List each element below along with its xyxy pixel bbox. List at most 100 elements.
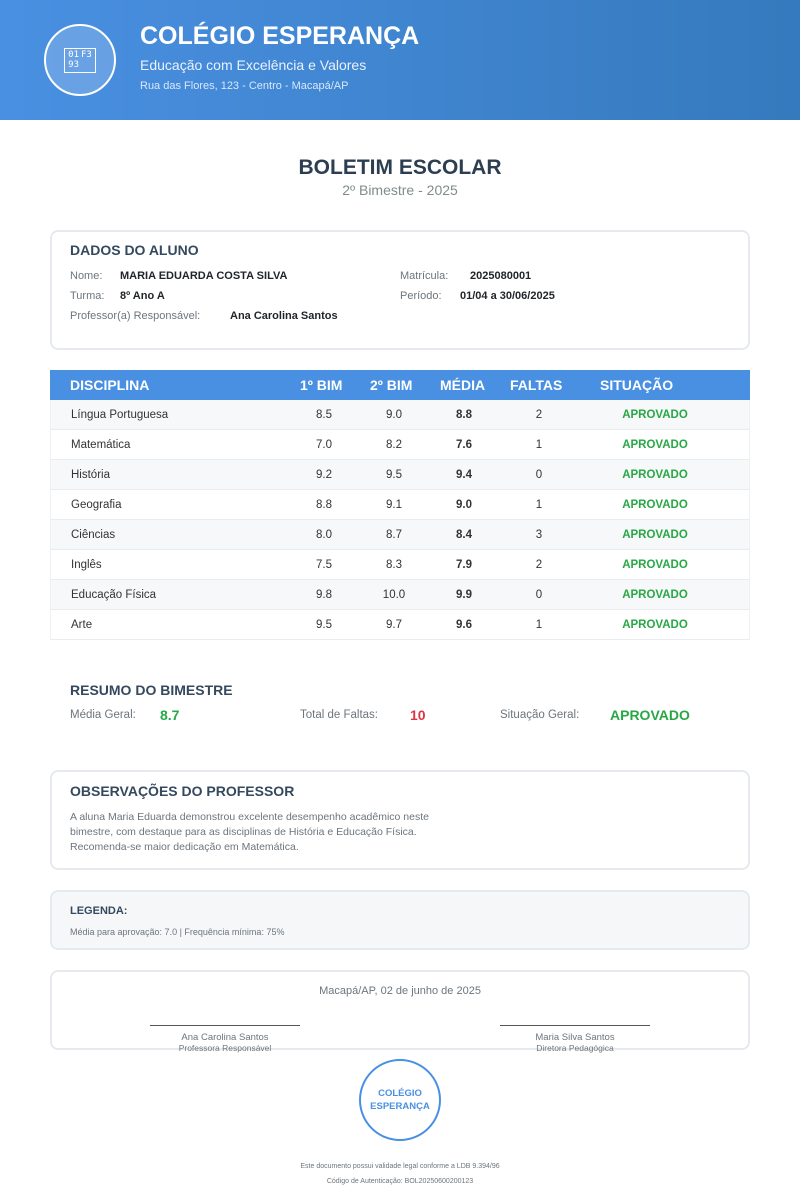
absences-cell: 0 <box>535 589 543 601</box>
observations-title: OBSERVAÇÕES DO PROFESSOR <box>70 783 295 799</box>
table-row: Educação Física 9.8 10.0 9.9 0 APROVADO <box>50 580 750 610</box>
bim2-cell: 8.2 <box>386 439 402 451</box>
status-cell: APROVADO <box>622 409 688 421</box>
status-cell: APROVADO <box>622 619 688 631</box>
student-name-label: Nome: <box>70 270 103 282</box>
seal-line-1: COLÉGIO <box>378 1088 422 1099</box>
signature-role-right: Diretora Pedagógica <box>536 1043 614 1053</box>
summary-status-value: APROVADO <box>610 707 690 723</box>
subject-cell: Arte <box>71 619 93 631</box>
signature-name-right: Maria Silva Santos <box>535 1032 615 1043</box>
authentication-code: Código de Autenticação: BOL2025060020012… <box>326 1178 474 1185</box>
school-name: COLÉGIO ESPERANÇA <box>140 22 420 50</box>
seal-text: COLÉGIO ESPERANÇA <box>365 1087 435 1113</box>
average-cell: 8.8 <box>456 409 472 421</box>
subject-cell: Ciências <box>71 529 116 541</box>
legal-notice: Este documento possui validade legal con… <box>300 1163 500 1170</box>
subject-cell: Inglês <box>71 559 102 571</box>
status-cell: APROVADO <box>622 529 688 541</box>
subject-cell: Matemática <box>71 439 131 451</box>
table-row: Geografia 8.8 9.1 9.0 1 APROVADO <box>50 490 750 520</box>
table-row: Arte 9.5 9.7 9.6 1 APROVADO <box>50 610 750 640</box>
period-value: 01/04 a 30/06/2025 <box>460 290 555 302</box>
bim1-cell: 8.8 <box>316 499 332 511</box>
school-address: Rua das Flores, 123 - Centro - Macapá/AP <box>140 80 349 92</box>
col-header-absences: FALTAS <box>510 377 563 393</box>
subject-cell: Educação Física <box>71 589 157 601</box>
average-cell: 9.4 <box>456 469 472 481</box>
signatures-card: Macapá/AP, 02 de junho de 2025 Ana Carol… <box>50 970 750 1053</box>
status-cell: APROVADO <box>622 469 688 481</box>
seal-line-2: ESPERANÇA <box>370 1101 430 1112</box>
absences-cell: 1 <box>535 439 543 451</box>
observations-text: A aluna Maria Eduarda demonstrou excelen… <box>70 811 429 853</box>
subject-cell: Língua Portuguesa <box>71 409 169 421</box>
student-name: MARIA EDUARDA COSTA SILVA <box>120 270 288 282</box>
summary-absences-value: 10 <box>410 707 426 723</box>
teacher-label: Professor(a) Responsável: <box>70 310 201 322</box>
school-logo-icon: 01 F3 93 <box>64 47 96 73</box>
table-row: Ciências 8.0 8.7 8.4 3 APROVADO <box>50 520 750 550</box>
period-label: Período: <box>400 290 442 302</box>
school-seal: COLÉGIO ESPERANÇA <box>359 1059 441 1141</box>
student-class-label: Turma: <box>70 290 105 302</box>
absences-cell: 3 <box>535 529 543 541</box>
bim2-cell: 9.7 <box>386 619 402 631</box>
school-logo: 01 F3 93 <box>44 24 116 96</box>
bim2-cell: 10.0 <box>382 589 406 601</box>
bim2-cell: 8.3 <box>386 559 402 571</box>
average-cell: 9.6 <box>456 619 472 631</box>
bim2-cell: 9.1 <box>386 499 402 511</box>
student-info-card: DADOS DO ALUNO Nome: MARIA EDUARDA COSTA… <box>50 230 750 350</box>
summary-status-label: Situação Geral: <box>500 709 580 721</box>
col-header-bim1: 1º BIM <box>300 377 343 393</box>
summary-average-value: 8.7 <box>160 707 180 723</box>
legend-text: Média para aprovação: 7.0 | Frequência m… <box>70 927 285 937</box>
logo-glyph-part: F3 <box>81 49 92 60</box>
signature-name-left: Ana Carolina Santos <box>181 1032 269 1043</box>
school-tagline: Educação com Excelência e Valores <box>140 57 367 73</box>
table-row: Matemática 7.0 8.2 7.6 1 APROVADO <box>50 430 750 460</box>
status-cell: APROVADO <box>622 589 688 601</box>
student-info-title: DADOS DO ALUNO <box>70 242 199 258</box>
status-cell: APROVADO <box>622 559 688 571</box>
bim2-cell: 9.0 <box>386 409 402 421</box>
table-row: Língua Portuguesa 8.5 9.0 8.8 2 APROVADO <box>50 400 750 430</box>
school-header: 01 F3 93 COLÉGIO ESPERANÇA Educação com … <box>0 0 800 120</box>
table-row: História 9.2 9.5 9.4 0 APROVADO <box>50 460 750 490</box>
bim1-cell: 9.5 <box>316 619 332 631</box>
grades-table-header: DISCIPLINA 1º BIM 2º BIM MÉDIA FALTAS SI… <box>50 370 750 400</box>
signature-role-left: Professora Responsável <box>178 1043 272 1053</box>
legend-card: LEGENDA: Média para aprovação: 7.0 | Fre… <box>50 890 750 950</box>
col-header-average: MÉDIA <box>440 377 486 393</box>
logo-glyph-part: 93 <box>68 59 79 70</box>
average-cell: 8.4 <box>456 529 472 541</box>
subject-cell: Geografia <box>71 499 122 511</box>
subject-cell: História <box>71 469 110 481</box>
col-header-subject: DISCIPLINA <box>70 377 150 393</box>
enrollment-label: Matrícula: <box>400 270 449 282</box>
legend-title: LEGENDA: <box>70 905 128 917</box>
document-subtitle: 2º Bimestre - 2025 <box>342 182 458 198</box>
col-header-status: SITUAÇÃO <box>600 377 674 393</box>
observations-card: OBSERVAÇÕES DO PROFESSOR A aluna Maria E… <box>50 770 750 870</box>
absences-cell: 2 <box>535 559 543 571</box>
summary-title: RESUMO DO BIMESTRE <box>70 682 233 698</box>
place-date: Macapá/AP, 02 de junho de 2025 <box>319 985 481 997</box>
logo-glyph-part: 01 <box>68 49 79 60</box>
bim2-cell: 9.5 <box>386 469 402 481</box>
summary-average-label: Média Geral: <box>70 709 136 721</box>
bim1-cell: 9.8 <box>316 589 332 601</box>
bim2-cell: 8.7 <box>386 529 402 541</box>
status-cell: APROVADO <box>622 439 688 451</box>
col-header-bim2: 2º BIM <box>370 377 413 393</box>
student-class: 8º Ano A <box>120 290 165 302</box>
bim1-cell: 8.0 <box>316 529 332 541</box>
summary-absences-label: Total de Faltas: <box>300 709 378 721</box>
signature-line-left <box>150 1025 300 1026</box>
teacher-name: Ana Carolina Santos <box>230 310 338 322</box>
absences-cell: 1 <box>535 499 543 511</box>
bim1-cell: 7.0 <box>316 439 332 451</box>
signature-line-right <box>500 1025 650 1026</box>
absences-cell: 2 <box>535 409 543 421</box>
